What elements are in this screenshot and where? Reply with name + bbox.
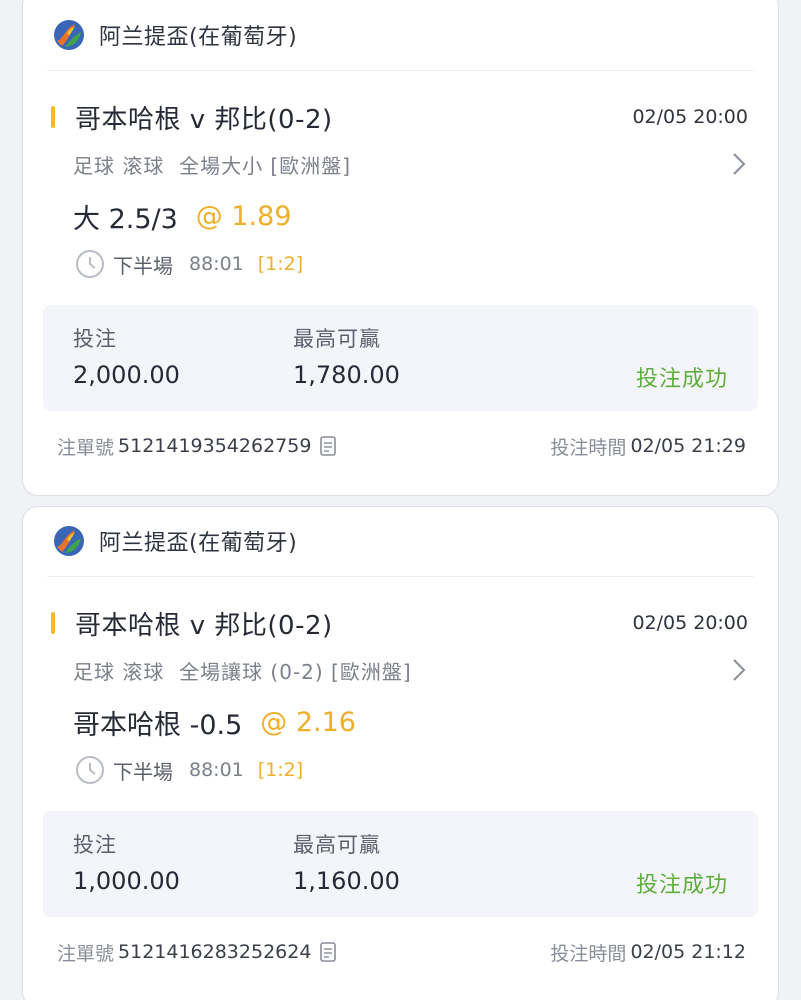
bet-time: 02/05 21:29 [630, 435, 746, 457]
league-name: 阿兰提盃(在葡萄牙) [99, 25, 298, 50]
max-win-amount: 1,160.00 [293, 867, 400, 895]
live-score: [1:2] [257, 253, 304, 275]
bet-time-label: 投注時間 [550, 436, 627, 459]
match-minute: 88:01 [189, 253, 244, 275]
bet-time-label: 投注時間 [550, 942, 627, 965]
max-win-label: 最高可贏 [293, 327, 381, 351]
ticket-number: 5121419354262759 [118, 435, 312, 457]
stake-amount: 2,000.00 [73, 361, 180, 389]
league-logo-icon [54, 526, 84, 556]
match-status-row: 下半場 88:01 [1:2] [75, 247, 303, 281]
max-win-amount: 1,780.00 [293, 361, 400, 389]
accent-bar [51, 106, 55, 128]
bet-footer: 注單號 5121416283252624 投注時間 02/05 21:12 [57, 937, 746, 967]
market-info: 足球 滚球 全場讓球 (0-2) [歐洲盤] [73, 659, 412, 684]
bet-card: 阿兰提盃(在葡萄牙) 哥本哈根 v 邦比(0-2) 02/05 20:00 足球… [22, 506, 779, 1000]
selection: 大 2.5/3 [73, 203, 178, 235]
live-score: [1:2] [257, 759, 304, 781]
divider [47, 576, 754, 577]
match-title: 哥本哈根 v 邦比(0-2) [75, 610, 333, 641]
chevron-right-icon[interactable] [730, 656, 748, 684]
bet-footer: 注單號 5121419354262759 投注時間 02/05 21:29 [57, 431, 746, 461]
chevron-right-icon[interactable] [730, 150, 748, 178]
bet-status: 投注成功 [635, 873, 728, 898]
clock-icon [76, 756, 104, 784]
match-header: 哥本哈根 v 邦比(0-2) 02/05 20:00 [51, 97, 748, 137]
bet-time: 02/05 21:12 [630, 941, 746, 963]
match-period: 下半場 [113, 759, 173, 784]
bet-card: 阿兰提盃(在葡萄牙) 哥本哈根 v 邦比(0-2) 02/05 20:00 足球… [22, 0, 779, 496]
clock-icon [76, 250, 104, 278]
stake-panel: 投注 1,000.00 最高可贏 1,160.00 投注成功 [43, 811, 758, 917]
kickoff-time: 02/05 20:00 [632, 612, 748, 634]
league-logo-icon [54, 20, 84, 50]
selection-row: 哥本哈根 -0.5 @ 2.16 [73, 702, 356, 742]
stake-panel: 投注 2,000.00 最高可贏 1,780.00 投注成功 [43, 305, 758, 411]
match-period: 下半場 [113, 253, 173, 278]
league-name: 阿兰提盃(在葡萄牙) [99, 531, 298, 556]
bet-status: 投注成功 [635, 367, 728, 392]
market-row[interactable]: 足球 滚球 全場大小 [歐洲盤] [73, 149, 748, 179]
ticket-number: 5121416283252624 [118, 941, 312, 963]
match-title: 哥本哈根 v 邦比(0-2) [75, 104, 333, 135]
selection: 哥本哈根 -0.5 [73, 709, 243, 741]
copy-icon[interactable] [319, 941, 339, 963]
ticket-label: 注單號 [57, 436, 115, 459]
match-status-row: 下半場 88:01 [1:2] [75, 753, 303, 787]
stake-label: 投注 [73, 833, 117, 857]
odds: @ 1.89 [195, 200, 292, 232]
stake-label: 投注 [73, 327, 117, 351]
selection-row: 大 2.5/3 @ 1.89 [73, 196, 292, 236]
match-header: 哥本哈根 v 邦比(0-2) 02/05 20:00 [51, 603, 748, 643]
market-info: 足球 滚球 全場大小 [歐洲盤] [73, 153, 352, 178]
league-header: 阿兰提盃(在葡萄牙) [53, 523, 297, 559]
match-minute: 88:01 [189, 759, 244, 781]
copy-icon[interactable] [319, 435, 339, 457]
kickoff-time: 02/05 20:00 [632, 106, 748, 128]
ticket-label: 注單號 [57, 942, 115, 965]
league-header: 阿兰提盃(在葡萄牙) [53, 17, 297, 53]
accent-bar [51, 612, 55, 634]
stake-amount: 1,000.00 [73, 867, 180, 895]
divider [47, 70, 754, 71]
max-win-label: 最高可贏 [293, 833, 381, 857]
market-row[interactable]: 足球 滚球 全場讓球 (0-2) [歐洲盤] [73, 655, 748, 685]
odds: @ 2.16 [260, 706, 356, 738]
